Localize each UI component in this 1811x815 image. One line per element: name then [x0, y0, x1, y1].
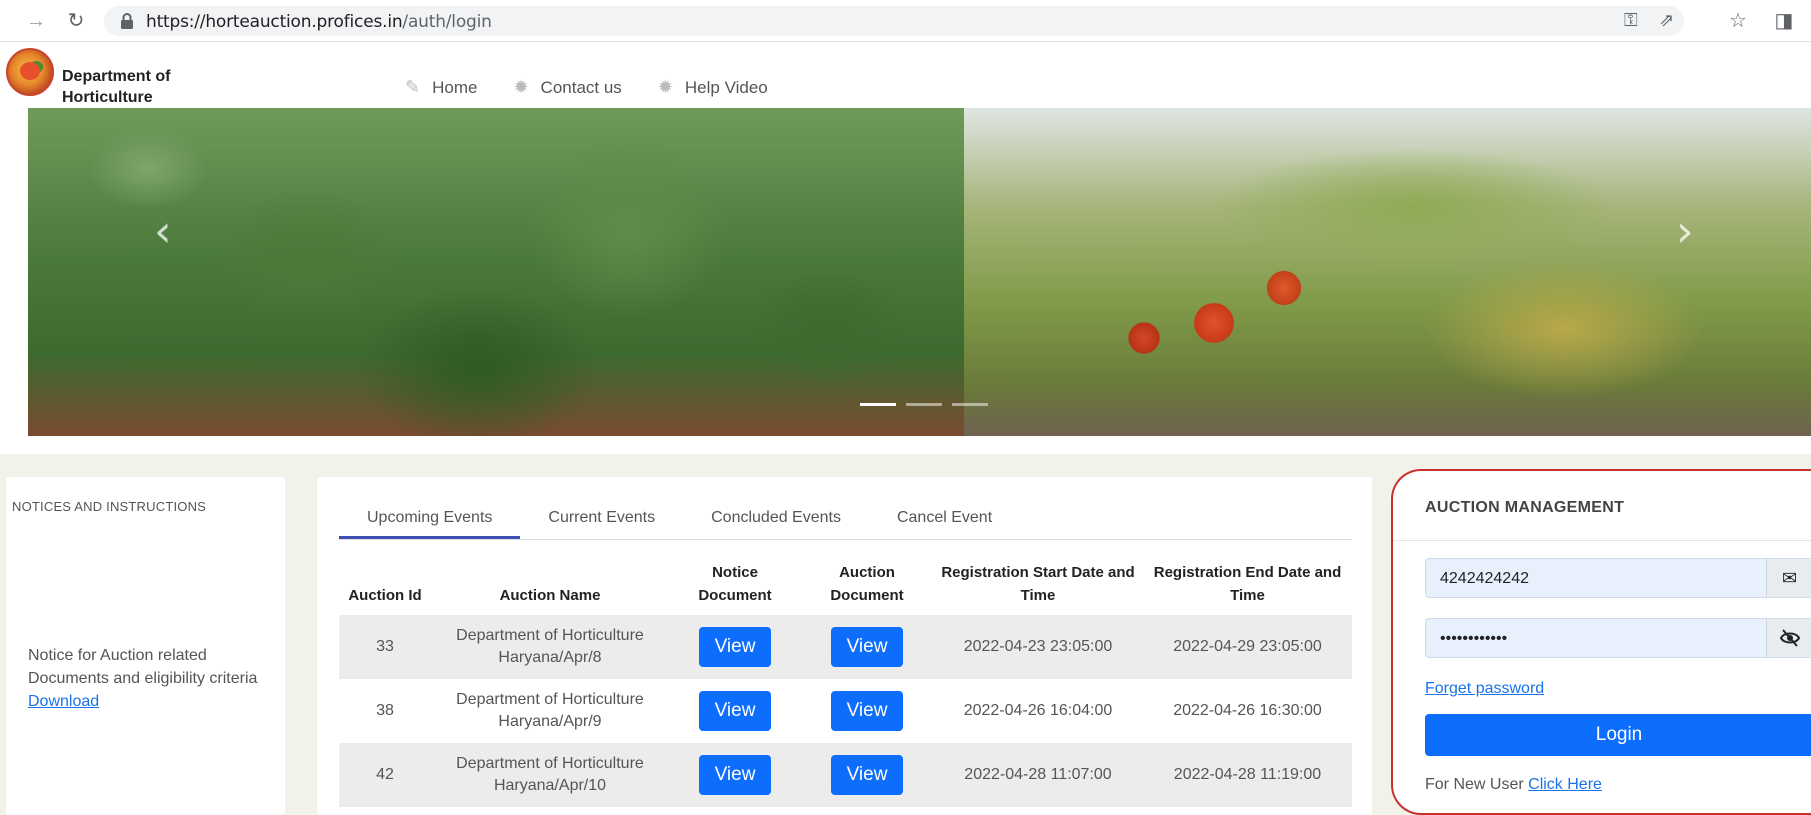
registration-start: 2022-04-28 11:07:00: [933, 743, 1143, 807]
username-field[interactable]: 4242424242 ✉: [1425, 558, 1811, 598]
col-notice-document: Notice Document: [698, 564, 772, 604]
view-auction-button[interactable]: View: [830, 755, 904, 795]
tab-concluded-events[interactable]: Concluded Events: [683, 497, 869, 539]
department-logo: [6, 48, 54, 96]
carousel-prev-button[interactable]: ‹: [154, 206, 172, 257]
download-link[interactable]: Download: [28, 693, 99, 710]
auction-name: Department of Horticulture Haryana/Apr/1…: [431, 743, 669, 807]
auction-id: 38: [376, 702, 394, 719]
address-bar[interactable]: https://horteauction.profices.in/auth/lo…: [104, 6, 1684, 36]
password-field[interactable]: ••••••••••••: [1425, 618, 1811, 658]
tabs-divider: [339, 539, 1352, 540]
panel-title: AUCTION MANAGEMENT: [1425, 499, 1625, 516]
col-auction-id: Auction Id: [348, 587, 422, 604]
password-value: ••••••••••••: [1440, 630, 1508, 647]
col-registration-end: Registration End Date and Time: [1153, 564, 1342, 604]
tab-upcoming-events[interactable]: Upcoming Events: [339, 497, 521, 539]
registration-end: 2022-04-29 23:05:00: [1143, 615, 1352, 679]
top-navigation: ✎ Home ✹ Contact us ✹ Help Video: [405, 77, 768, 98]
gear-icon: ✹: [513, 77, 529, 97]
auction-name: Department of Horticulture Haryana/Apr/9: [456, 691, 644, 730]
reload-icon[interactable]: ↻: [64, 9, 88, 33]
site-header: Department of Horticulture ✎ Home ✹ Cont…: [0, 42, 1811, 108]
forget-password-link[interactable]: Forget password: [1425, 680, 1544, 698]
registration-end: 2022-04-28 11:19:00: [1143, 743, 1352, 807]
gear-icon: ✹: [657, 77, 673, 97]
table-row: 33 Department of Horticulture Haryana/Ap…: [339, 615, 1352, 679]
events-tabs: Upcoming Events Current Events Concluded…: [339, 497, 1020, 539]
auction-id: 33: [339, 615, 431, 679]
browser-toolbar: → ↻ https://horteauction.profices.in/aut…: [0, 0, 1811, 42]
carousel-image-plants: [28, 108, 964, 436]
carousel-image-tomatoes: [964, 108, 1811, 436]
registration-start: 2022-04-23 23:05:00: [933, 615, 1143, 679]
col-registration-start: Registration Start Date and Time: [941, 564, 1135, 604]
carousel-indicators: [860, 403, 988, 406]
auction-management-panel: AUCTION MANAGEMENT 4242424242 ✉ ••••••••…: [1391, 469, 1811, 815]
share-icon[interactable]: ⇗: [1659, 10, 1674, 31]
registration-start: 2022-04-26 16:04:00: [963, 702, 1113, 719]
url-text: https://horteauction.profices.in/auth/lo…: [146, 12, 492, 32]
view-notice-button[interactable]: View: [698, 627, 772, 667]
panel-header: AUCTION MANAGEMENT: [1393, 471, 1811, 541]
image-carousel: ‹ ›: [6, 108, 1811, 454]
lock-icon: [121, 13, 133, 29]
username-value: 4242424242: [1440, 570, 1529, 587]
events-table: Auction Id Auction Name Notice Document …: [339, 549, 1352, 807]
col-auction-name: Auction Name: [499, 587, 601, 604]
nav-help-video[interactable]: ✹ Help Video: [658, 77, 768, 98]
tab-current-events[interactable]: Current Events: [520, 497, 683, 539]
carousel-indicator[interactable]: [860, 403, 896, 406]
nav-home[interactable]: ✎ Home: [405, 77, 477, 98]
view-auction-button[interactable]: View: [830, 691, 904, 731]
brand-title: Department of Horticulture: [62, 68, 171, 106]
eye-slash-icon[interactable]: [1766, 619, 1811, 657]
table-row: 42 Department of Horticulture Haryana/Ap…: [339, 743, 1352, 807]
notices-title: NOTICES AND INSTRUCTIONS: [12, 499, 207, 514]
sidebar-icon[interactable]: ◨: [1772, 9, 1796, 33]
key-icon[interactable]: ⚿: [1624, 10, 1638, 31]
login-button[interactable]: Login: [1425, 714, 1811, 756]
view-auction-button[interactable]: View: [830, 627, 904, 667]
carousel-indicator[interactable]: [906, 403, 942, 406]
view-notice-button[interactable]: View: [698, 691, 772, 731]
nav-contact-us[interactable]: ✹ Contact us: [513, 77, 621, 98]
new-user-text: For New User Click Here: [1425, 776, 1602, 793]
col-auction-document: Auction Document: [830, 564, 904, 604]
registration-end: 2022-04-26 16:30:00: [1173, 702, 1322, 719]
tab-cancel-event[interactable]: Cancel Event: [869, 497, 1020, 539]
notices-panel: NOTICES AND INSTRUCTIONS Notice for Auct…: [6, 477, 285, 815]
carousel-indicator[interactable]: [952, 403, 988, 406]
click-here-link[interactable]: Click Here: [1528, 776, 1602, 793]
notices-text: Notice for Auction related Documents and…: [28, 647, 258, 710]
view-notice-button[interactable]: View: [698, 755, 772, 795]
table-header-row: Auction Id Auction Name Notice Document …: [339, 549, 1352, 615]
carousel-next-button[interactable]: ›: [1676, 206, 1694, 257]
auction-name: Department of Horticulture Haryana/Apr/8: [431, 615, 669, 679]
auction-id: 42: [339, 743, 431, 807]
star-icon[interactable]: ☆: [1726, 9, 1750, 33]
edit-icon: ✎: [405, 77, 421, 97]
table-row: 38 Department of Horticulture Haryana/Ap…: [339, 679, 1352, 743]
back-arrow-icon[interactable]: →: [24, 9, 48, 33]
envelope-icon: ✉: [1766, 559, 1811, 597]
events-panel: Upcoming Events Current Events Concluded…: [317, 477, 1372, 815]
